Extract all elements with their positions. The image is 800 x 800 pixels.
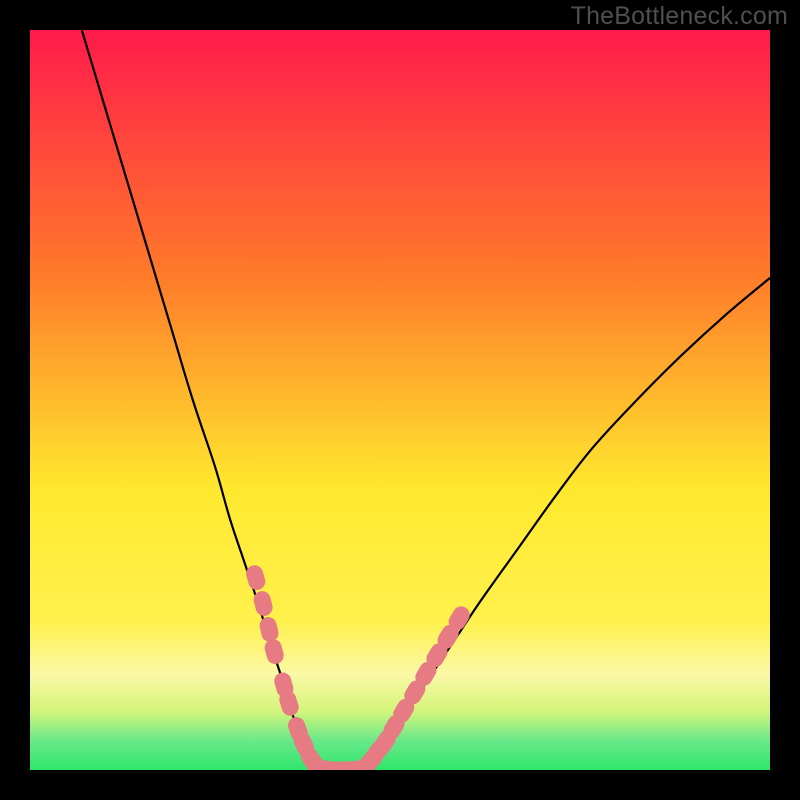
- gradient-background: [30, 30, 770, 770]
- chart-frame: TheBottleneck.com: [0, 0, 800, 800]
- plot-area: [30, 30, 770, 770]
- watermark-text: TheBottleneck.com: [571, 2, 788, 31]
- chart-svg: [30, 30, 770, 770]
